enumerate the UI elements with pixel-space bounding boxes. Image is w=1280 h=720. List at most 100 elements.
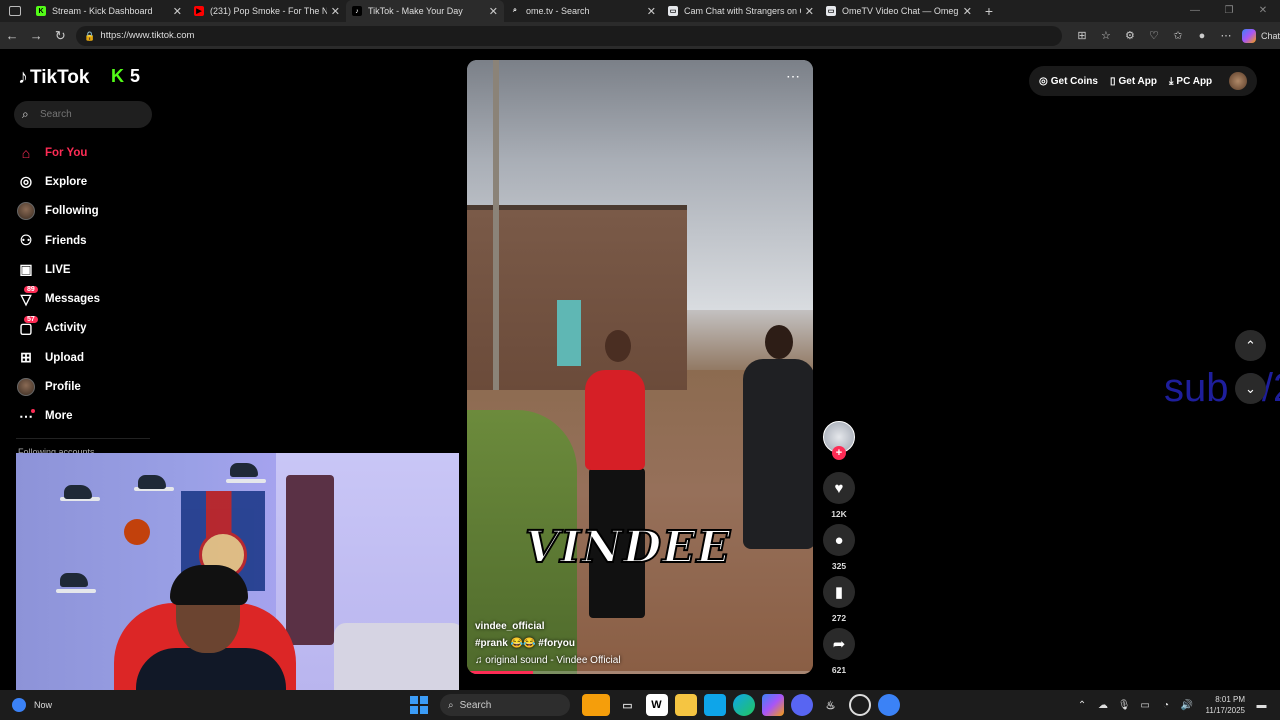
browser-tab[interactable]: ▭ Cam Chat with Strangers on Ome ✕: [662, 0, 820, 22]
share-icon[interactable]: ➦: [823, 628, 855, 660]
save-action[interactable]: ▮ 272: [823, 576, 855, 623]
obs-icon[interactable]: [848, 694, 871, 716]
volume-icon[interactable]: 🔊: [1177, 700, 1198, 711]
close-tab-icon[interactable]: ✕: [489, 5, 498, 18]
browser-tab-bar: K Stream - Kick Dashboard ✕ ▶ (231) Pop Smok…: [0, 0, 1280, 22]
search-highlight-icon[interactable]: [581, 694, 610, 716]
notifications-icon[interactable]: ▬: [1251, 700, 1272, 711]
heart-icon[interactable]: ♥: [823, 472, 855, 504]
forward-button[interactable]: →: [24, 28, 48, 43]
video-sound[interactable]: ♫ original sound - Vindee Official: [475, 652, 795, 669]
favorite-star-icon[interactable]: ☆: [1094, 29, 1118, 42]
back-button[interactable]: ←: [0, 28, 24, 43]
sidebar-item-activity[interactable]: ▢ 57 Activity: [16, 314, 156, 343]
browser-tab[interactable]: ⌕ ome.tv - Search ✕: [504, 0, 662, 22]
store-icon[interactable]: [703, 694, 726, 716]
refresh-button[interactable]: ↻: [48, 28, 72, 44]
like-action[interactable]: ♥ 12K: [823, 472, 855, 519]
video-caption-text[interactable]: #prank 😂😂 #foryou: [475, 635, 795, 652]
address-bar[interactable]: 🔒 https://www.tiktok.com: [76, 25, 1062, 46]
video-player[interactable]: ⋯ VINDEE vindee_official #prank 😂😂 #fory…: [467, 60, 813, 674]
browser-essentials-icon[interactable]: ♡: [1142, 29, 1166, 42]
webcam-shelf: [56, 589, 96, 593]
steam-icon[interactable]: ♨: [820, 694, 842, 716]
sidebar-item-live[interactable]: ▣ LIVE: [16, 255, 156, 284]
comment-action[interactable]: ● 325: [823, 524, 855, 571]
browser-tab[interactable]: ▶ (231) Pop Smoke - For The Night ✕: [188, 0, 346, 22]
copilot-button[interactable]: Chat: [1241, 28, 1280, 43]
close-tab-icon[interactable]: ✕: [963, 5, 972, 18]
sidebar-item-messages[interactable]: ▽ 89 Messages: [16, 284, 156, 313]
weather-widget[interactable]: Now: [12, 698, 102, 712]
close-tab-icon[interactable]: ✕: [331, 5, 340, 18]
comment-icon[interactable]: ●: [823, 524, 855, 556]
sidebar-item-explore[interactable]: ◎ Explore: [16, 167, 156, 196]
system-clock[interactable]: 8:01 PM 11/17/2025: [1206, 694, 1245, 716]
extensions-icon[interactable]: ⚙: [1118, 29, 1142, 42]
sidebar-divider: [16, 438, 150, 439]
sidebar-item-more[interactable]: ⋯ More: [16, 402, 156, 431]
file-explorer-icon[interactable]: [674, 694, 697, 716]
wifi-icon[interactable]: ◔: [1156, 700, 1177, 711]
sidebar-item-friends[interactable]: ⚇ Friends: [16, 226, 156, 255]
phone-icon: ▯: [1109, 75, 1116, 87]
profile-icon[interactable]: ●: [1190, 30, 1214, 42]
upload-icon: ⊞: [20, 349, 32, 366]
chevron-up-icon[interactable]: ⌃: [1072, 700, 1093, 711]
minimize-button[interactable]: —: [1178, 0, 1212, 22]
edge-icon[interactable]: [732, 694, 755, 716]
browser-tab[interactable]: K Stream - Kick Dashboard ✕: [30, 0, 188, 22]
next-video-button[interactable]: ⌄: [1235, 373, 1266, 404]
sidebar-item-for-you[interactable]: ⌂ For You: [16, 138, 156, 167]
copilot-taskbar-icon[interactable]: [761, 694, 784, 716]
share-action[interactable]: ➦ 621: [823, 628, 855, 675]
sidebar-item-label: Explore: [45, 175, 88, 188]
bookmark-icon[interactable]: ▮: [823, 576, 855, 608]
video-username[interactable]: vindee_official: [475, 618, 795, 635]
get-coins-button[interactable]: ◎ Get Coins: [1039, 76, 1098, 87]
maximize-button[interactable]: ❐: [1212, 0, 1246, 22]
close-tab-icon[interactable]: ✕: [647, 5, 656, 18]
tiktok-logo[interactable]: ♪ TikTok: [18, 66, 89, 89]
new-tab-button[interactable]: +: [978, 3, 1000, 19]
microphone-icon[interactable]: 🎙: [1114, 700, 1135, 711]
tab-title: Cam Chat with Strangers on Ome: [684, 6, 801, 16]
comment-count: 325: [831, 561, 847, 571]
tiktok-note-icon: ♪: [18, 66, 28, 88]
sidebar-item-profile[interactable]: Profile: [16, 372, 156, 401]
close-tab-icon[interactable]: ✕: [173, 5, 182, 18]
webcam-sneaker: [60, 573, 88, 587]
browser-tab[interactable]: ♪ TikTok - Make Your Day ✕: [346, 0, 504, 22]
url-text: https://www.tiktok.com: [100, 30, 195, 41]
taskbar-search[interactable]: ⌕ Search: [440, 694, 570, 716]
follow-plus-button[interactable]: +: [832, 446, 846, 460]
search-input[interactable]: [40, 109, 140, 120]
discord-icon[interactable]: [790, 694, 813, 716]
sidebar-item-upload[interactable]: ⊞ Upload: [16, 343, 156, 372]
sidebar-item-following[interactable]: Following: [16, 197, 156, 226]
task-view-icon[interactable]: ▭: [617, 694, 639, 716]
get-app-button[interactable]: ▯ Get App: [1110, 76, 1157, 87]
workspaces-button[interactable]: [0, 0, 30, 22]
pc-app-button[interactable]: ⤓ PC App: [1169, 76, 1212, 87]
chrome-icon[interactable]: [877, 694, 900, 716]
video-progress-bar[interactable]: [467, 671, 813, 674]
cloud-icon[interactable]: ☁: [1093, 700, 1114, 711]
profile-avatar[interactable]: [1229, 72, 1247, 90]
browser-tab[interactable]: ▭ OmeTV Video Chat — Omegle Ra ✕: [820, 0, 978, 22]
close-window-button[interactable]: ✕: [1246, 0, 1280, 22]
favorites-icon[interactable]: ✩: [1166, 29, 1190, 42]
display-icon[interactable]: ▭: [1135, 700, 1156, 711]
chevron-up-icon: ⌃: [1245, 337, 1256, 353]
split-screen-icon[interactable]: ⊞: [1070, 29, 1094, 42]
video-more-options-icon[interactable]: ⋯: [786, 68, 801, 85]
settings-more-icon[interactable]: ⋯: [1214, 29, 1238, 42]
close-tab-icon[interactable]: ✕: [805, 5, 814, 18]
like-count: 12K: [831, 509, 847, 519]
previous-video-button[interactable]: ⌃: [1235, 330, 1266, 361]
workspaces-icon: [9, 6, 21, 16]
word-icon[interactable]: W: [645, 694, 668, 716]
search-box[interactable]: ⌕: [14, 101, 152, 128]
start-button[interactable]: [410, 696, 428, 714]
sidebar-item-label: LIVE: [45, 263, 71, 276]
